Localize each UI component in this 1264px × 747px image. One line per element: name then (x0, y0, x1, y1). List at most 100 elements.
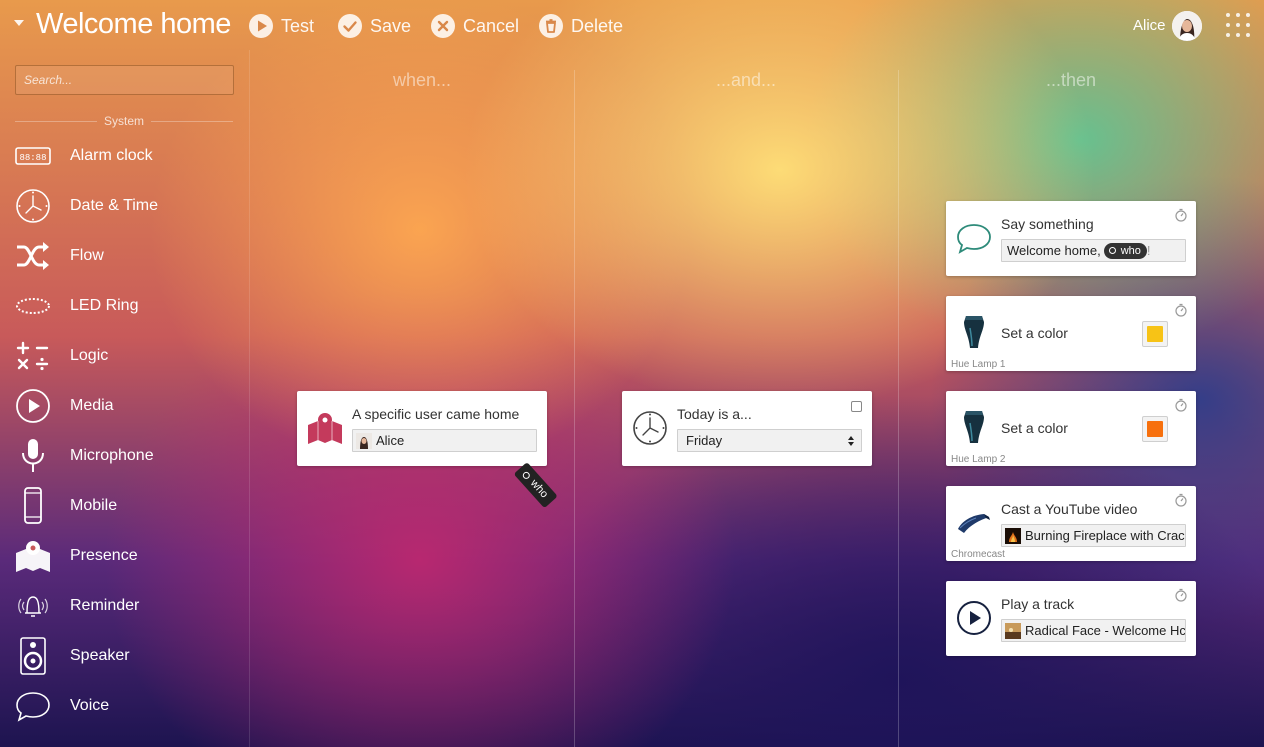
test-label: Test (281, 15, 315, 36)
flow-title[interactable]: Welcome home! (36, 8, 232, 41)
sidebar-item-speaker[interactable]: Speaker (0, 631, 249, 681)
video-title: Burning Fireplace with Crac (1025, 528, 1185, 543)
check-icon (338, 14, 362, 38)
token-tag-who[interactable]: who (1103, 242, 1147, 259)
user-value: Alice (376, 433, 405, 448)
delete-button[interactable]: Delete (539, 13, 623, 39)
then-card-set-color-1[interactable]: Set a color Hue Lamp 1 (946, 296, 1196, 371)
video-select[interactable]: Burning Fireplace with Crac (1001, 524, 1186, 547)
card-title: Play a track (1001, 596, 1075, 612)
cancel-label: Cancel (463, 15, 520, 36)
sidebar-item-label: Date & Time (70, 197, 159, 214)
search-input[interactable] (15, 65, 234, 95)
microphone-icon (14, 437, 52, 475)
play-icon (249, 14, 273, 38)
sidebar-item-label: Microphone (70, 447, 154, 464)
test-button[interactable]: Test (249, 13, 314, 39)
column-divider (898, 70, 899, 747)
smartphone-icon (14, 487, 52, 525)
sidebar-item-label: Presence (70, 547, 138, 564)
chromecast-icon (956, 503, 992, 543)
card-title: Today is a... (677, 406, 752, 422)
timer-icon[interactable] (1174, 398, 1188, 412)
timer-icon[interactable] (1174, 493, 1188, 507)
alarm-clock-icon: 88:88 (14, 137, 52, 175)
token-tag-who[interactable]: who (513, 462, 558, 509)
user-avatar-icon (356, 432, 372, 449)
when-card[interactable]: A specific user came home Alice (297, 391, 547, 466)
sidebar-item-led-ring[interactable]: LED Ring (0, 281, 249, 331)
color-picker[interactable] (1142, 416, 1168, 442)
sidebar-item-label: Reminder (70, 597, 140, 614)
speaker-icon (14, 637, 52, 675)
then-card-set-color-2[interactable]: Set a color Hue Lamp 2 (946, 391, 1196, 466)
speech-text: Welcome home, (1007, 243, 1101, 258)
cancel-button[interactable]: Cancel (431, 13, 519, 39)
invert-checkbox[interactable] (851, 401, 862, 412)
track-title: Radical Face - Welcome Hc (1025, 623, 1186, 638)
apps-grid-icon[interactable] (1226, 13, 1250, 37)
play-circle-icon (956, 598, 992, 638)
sidebar-item-reminder[interactable]: Reminder (0, 581, 249, 631)
sidebar-item-media[interactable]: Media (0, 381, 249, 431)
shuffle-icon (14, 237, 52, 275)
sidebar-item-label: Voice (70, 697, 110, 714)
device-name: Hue Lamp 2 (951, 454, 1006, 465)
day-value: Friday (686, 433, 723, 448)
sidebar-item-date-time[interactable]: Date & Time (0, 181, 249, 231)
sidebar-item-logic[interactable]: Logic (0, 331, 249, 381)
column-header-then: ...then (1045, 70, 1097, 90)
section-label: System (103, 114, 144, 128)
column-divider (574, 70, 575, 747)
color-picker[interactable] (1142, 321, 1168, 347)
card-title: Say something (1001, 216, 1094, 232)
speech-bubble-icon (14, 687, 52, 725)
card-title: A specific user came home (352, 406, 520, 422)
sidebar-item-presence[interactable]: Presence (0, 531, 249, 581)
card-title: Set a color (1001, 420, 1068, 436)
avatar[interactable] (1172, 11, 1202, 41)
then-card-say-something[interactable]: Say something Welcome home, who ! (946, 201, 1196, 276)
sidebar-item-mobile[interactable]: Mobile (0, 481, 249, 531)
play-circle-icon (14, 387, 52, 425)
column-header-and: ...and... (715, 70, 777, 90)
timer-icon[interactable] (1174, 208, 1188, 222)
card-title: Cast a YouTube video (1001, 501, 1138, 517)
sidebar-item-alarm-clock[interactable]: 88:88 Alarm clock (0, 131, 249, 181)
bell-icon (14, 587, 52, 625)
collapse-arrow-icon[interactable] (14, 20, 24, 26)
close-icon (431, 14, 455, 38)
sidebar-item-voice[interactable]: Voice (0, 681, 249, 731)
save-button[interactable]: Save (338, 13, 411, 39)
sidebar-item-microphone[interactable]: Microphone (0, 431, 249, 481)
speech-text-tail: ! (1146, 243, 1151, 258)
sidebar-item-flow[interactable]: Flow (0, 231, 249, 281)
sidebar-item-label: LED Ring (70, 297, 139, 314)
then-card-play-track[interactable]: Play a track Radical Face - Welcome Hc (946, 581, 1196, 656)
then-card-cast-video[interactable]: Cast a YouTube video Burning Fireplace w… (946, 486, 1196, 561)
timer-icon[interactable] (1174, 303, 1188, 317)
album-thumbnail (1005, 622, 1021, 639)
top-bar: Welcome home! Test Save Cancel Delete Al… (0, 0, 1264, 50)
timer-icon[interactable] (1174, 588, 1188, 602)
map-pin-icon (307, 408, 343, 448)
user-select[interactable]: Alice (352, 429, 537, 452)
token-label: who (527, 477, 551, 501)
speech-bubble-icon (956, 218, 992, 258)
day-select[interactable]: Friday (677, 429, 862, 452)
video-thumbnail (1005, 527, 1021, 544)
card-title: Set a color (1001, 325, 1068, 341)
user-name[interactable]: Alice (1133, 17, 1166, 34)
save-label: Save (370, 15, 412, 36)
sidebar-item-label: Alarm clock (70, 147, 153, 164)
color-swatch (1147, 326, 1163, 342)
token-label: who (1120, 244, 1141, 257)
sidebar: System 88:88 Alarm clock Date & Time Flo… (0, 50, 250, 747)
sidebar-item-label: Flow (70, 247, 104, 264)
and-card[interactable]: Today is a... Friday (622, 391, 872, 466)
track-select[interactable]: Radical Face - Welcome Hc (1001, 619, 1186, 642)
speech-text-field[interactable]: Welcome home, who ! (1001, 239, 1186, 262)
sidebar-item-label: Media (70, 397, 114, 414)
math-operators-icon (14, 337, 52, 375)
delete-label: Delete (571, 15, 624, 36)
